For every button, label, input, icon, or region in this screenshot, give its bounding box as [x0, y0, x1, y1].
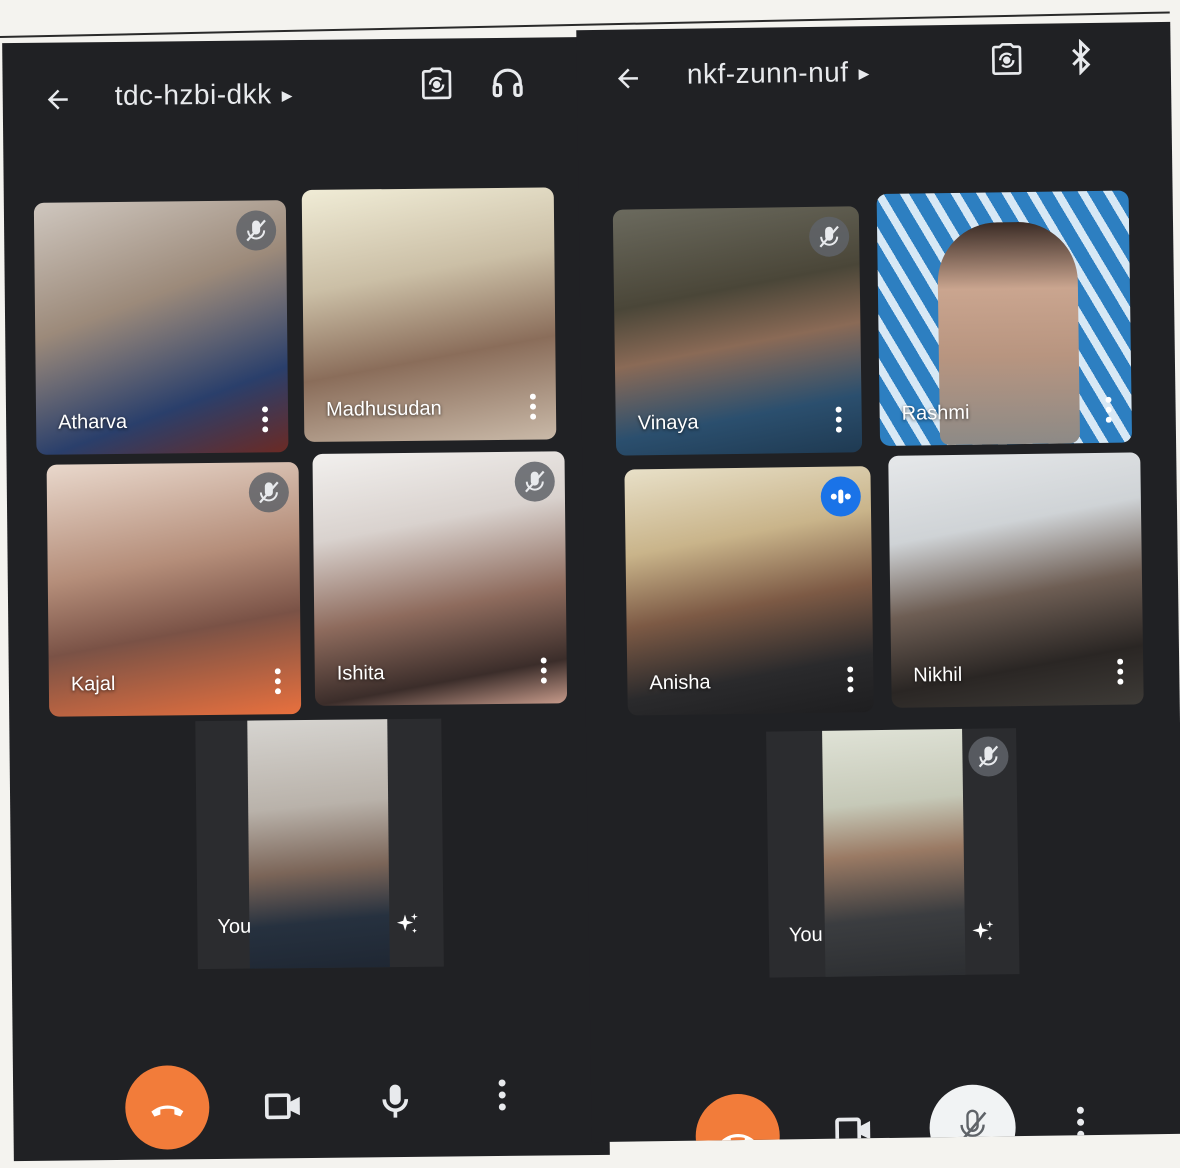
more-options-icon[interactable]: [1105, 396, 1112, 423]
mic-off-icon: [235, 210, 277, 251]
more-options-button[interactable]: [1075, 1105, 1085, 1139]
self-video: [822, 728, 966, 977]
top-bar: nkf-zunn-nuf ▶: [576, 22, 1171, 140]
participant-tile[interactable]: Kajal: [46, 462, 302, 717]
more-options-icon[interactable]: [274, 668, 281, 695]
participant-name: Kajal: [70, 673, 116, 696]
self-label: You: [788, 923, 823, 947]
participant-name: Nikhil: [913, 663, 963, 687]
meeting-code[interactable]: nkf-zunn-nuf ▶: [687, 56, 870, 91]
participant-tile[interactable]: Atharva: [33, 200, 289, 455]
camera-toggle-button[interactable]: [261, 1084, 305, 1128]
participant-tile[interactable]: Anisha: [624, 466, 874, 716]
speaking-indicator-icon: [820, 476, 862, 517]
participant-tile[interactable]: Rashmi: [876, 190, 1133, 446]
more-options-button[interactable]: [497, 1078, 507, 1112]
phone-screen-right: nkf-zunn-nuf ▶ Vinaya Rashmi Anisha Nikh…: [576, 21, 1180, 1143]
headphones-icon[interactable]: [488, 64, 528, 104]
mic-off-icon: [968, 736, 1009, 777]
participant-name: Anisha: [649, 671, 711, 695]
more-options-icon[interactable]: [847, 666, 854, 693]
participant-tile[interactable]: Nikhil: [888, 452, 1144, 708]
mic-off-icon: [808, 216, 850, 257]
participant-name: Madhusudan: [325, 397, 442, 421]
more-options-icon[interactable]: [835, 406, 842, 433]
participant-name: Ishita: [336, 662, 385, 685]
phone-screen-left: tdc-hzbi-dkk▶ Atharva Madhusudan Kajal: [2, 36, 610, 1162]
camera-toggle-button[interactable]: [831, 1108, 876, 1143]
more-options-icon[interactable]: [540, 657, 547, 684]
microphone-toggle-button[interactable]: [373, 1079, 417, 1123]
participant-name: Vinaya: [637, 411, 699, 435]
participant-tile[interactable]: Madhusudan: [301, 187, 557, 443]
self-view-tile[interactable]: You: [766, 728, 1020, 978]
effects-sparkle-icon[interactable]: [393, 911, 421, 939]
microphone-off-button[interactable]: [929, 1084, 1017, 1143]
participant-tile[interactable]: Ishita: [312, 451, 568, 706]
participant-name: Atharva: [58, 410, 128, 434]
switch-camera-icon[interactable]: [986, 40, 1027, 81]
self-video: [247, 719, 390, 969]
end-call-button[interactable]: [695, 1093, 781, 1143]
meeting-code[interactable]: tdc-hzbi-dkk ▶: [115, 78, 294, 112]
back-arrow-icon[interactable]: [43, 84, 79, 120]
mic-off-icon: [514, 461, 555, 502]
self-view-tile[interactable]: You: [195, 718, 444, 970]
more-options-icon[interactable]: [1117, 658, 1124, 685]
top-bar: tdc-hzbi-dkk ▶: [2, 37, 599, 153]
effects-sparkle-icon[interactable]: [969, 918, 997, 946]
switch-camera-icon[interactable]: [416, 64, 456, 104]
more-options-icon[interactable]: [529, 393, 537, 420]
end-call-button[interactable]: [124, 1065, 210, 1150]
bluetooth-icon[interactable]: [1062, 38, 1103, 80]
self-label: You: [217, 915, 252, 938]
participant-tile[interactable]: Vinaya: [612, 206, 863, 456]
participant-name: Rashmi: [901, 401, 970, 425]
back-arrow-icon[interactable]: [613, 63, 649, 99]
more-options-icon[interactable]: [262, 406, 269, 433]
mic-off-icon: [248, 472, 290, 513]
